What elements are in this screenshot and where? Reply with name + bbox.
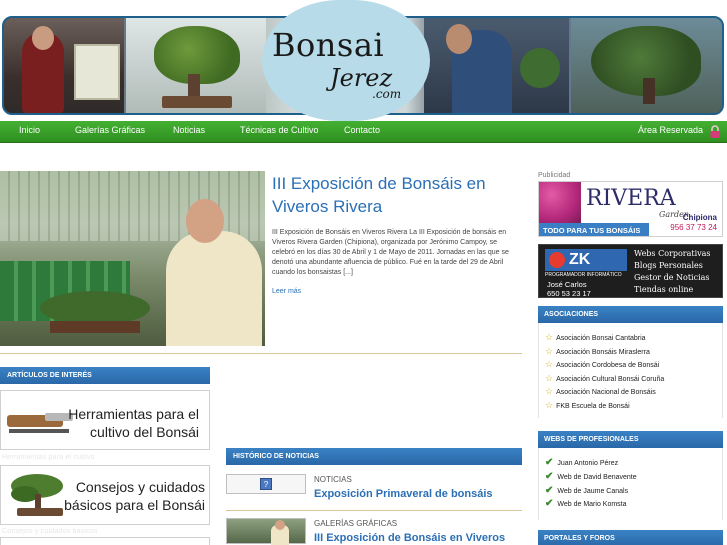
profesional-link[interactable]: ✔ Web de Jaume Canals <box>545 485 628 496</box>
historico-title[interactable]: III Exposición de Bonsáis en Viveros <box>314 532 505 544</box>
lock-icon[interactable] <box>709 125 721 139</box>
nav-tecnicas[interactable]: Técnicas de Cultivo <box>240 125 319 135</box>
zk-phone: 650 53 23 17 <box>547 289 591 298</box>
star-icon: ☆ <box>545 359 554 369</box>
article-card-consejos[interactable]: Consejos y cuidados básicos para el Bons… <box>0 465 210 525</box>
profesional-link[interactable]: ✔ Web de David Benavente <box>545 471 637 482</box>
historico-thumbnail[interactable]: ? <box>226 474 306 494</box>
asociacion-link[interactable]: ☆ Asociación Cordobesa de Bonsái <box>545 359 659 370</box>
historico-title[interactable]: Exposición Primaveral de bonsáis <box>314 488 493 500</box>
banner-photo-pruning <box>424 18 569 113</box>
ad-zk-programmer[interactable]: ZK PROGRAMADOR INFORMÁTICO José Carlos 6… <box>538 244 723 298</box>
zk-service: Tiendas online <box>634 285 694 294</box>
checkmark-icon: ✔ <box>545 485 554 496</box>
ad-tagline: TODO PARA TUS BONSÁIS <box>539 223 649 236</box>
asociacion-link[interactable]: ☆ Asociación Cultural Bonsái Coruña <box>545 373 664 384</box>
article-title-line2: cultivo del Bonsái <box>90 424 199 440</box>
nav-noticias[interactable]: Noticias <box>173 125 205 135</box>
image-placeholder-icon: ? <box>260 478 272 490</box>
star-icon: ☆ <box>545 332 554 342</box>
link-label: Asociación Nacional de Bonsáis <box>556 389 656 396</box>
asociaciones-header: ASOCIACIONES <box>538 306 723 323</box>
link-label: Web de Mario Komsta <box>557 501 627 508</box>
logo-text-com[interactable]: .com <box>372 87 401 101</box>
ad-city: Chipiona <box>682 213 717 222</box>
banner-photo-bonsai-large <box>571 18 722 113</box>
logo-text-bonsai[interactable]: Bonsai <box>272 26 384 64</box>
star-icon: ☆ <box>545 386 554 396</box>
article-subtitle: Consejos y cuidados básicos <box>2 528 98 535</box>
checkmark-icon: ✔ <box>545 498 554 509</box>
site-header: Bonsai Jerez .com <box>0 0 727 121</box>
svg-text:?: ? <box>264 480 269 489</box>
asociacion-link[interactable]: ☆ Asociación Nacional de Bonsáis <box>545 386 656 397</box>
asociacion-link[interactable]: ☆ Asociación Bonsai Cantabria <box>545 332 646 343</box>
divider <box>226 510 522 511</box>
flowers-image <box>539 182 581 224</box>
zk-logo: ZK <box>545 249 627 271</box>
article-title-line1: Herramientas para el <box>68 406 199 422</box>
zk-service: Blogs Personales <box>634 261 703 270</box>
checkmark-icon: ✔ <box>545 457 554 468</box>
star-icon: ☆ <box>545 373 554 383</box>
link-label: Asociación Bonsai Cantabria <box>556 335 646 342</box>
asociacion-link[interactable]: ☆ Asociación Bonsáis Miraslerra <box>545 346 650 357</box>
link-label: Web de David Benavente <box>557 474 637 481</box>
featured-excerpt: III Exposición de Bonsáis en Viveros Riv… <box>272 229 509 276</box>
ad-rivera-garden[interactable]: RIVERA Garden Chipiona 956 37 73 24 TODO… <box>538 181 723 237</box>
banner-photo-bonsai-tree <box>126 18 266 113</box>
zk-name: José Carlos <box>547 280 587 289</box>
nav-contacto[interactable]: Contacto <box>344 125 380 135</box>
featured-read-more[interactable]: Leer más <box>272 288 301 295</box>
asociacion-link[interactable]: ☆ FKB Escuela de Bonsái <box>545 400 630 411</box>
link-label: Web de Jaume Canals <box>557 488 629 495</box>
link-label: Asociación Cordobesa de Bonsái <box>556 362 660 369</box>
featured-image[interactable] <box>0 171 265 346</box>
checkmark-icon: ✔ <box>545 471 554 482</box>
link-label: Asociación Cultural Bonsái Coruña <box>556 376 665 383</box>
profesional-link[interactable]: ✔ Juan Antonio Pérez <box>545 457 618 468</box>
featured-title[interactable]: III Exposición de Bonsáis en Viveros Riv… <box>272 172 527 218</box>
nav-galerias[interactable]: Galerías Gráficas <box>75 125 145 135</box>
main-nav: Inicio Galerías Gráficas Noticias Técnic… <box>0 121 727 143</box>
ad-brand: RIVERA <box>586 186 676 211</box>
historico-header: HISTÓRICO DE NOTICIAS <box>226 448 522 465</box>
portales-header: PORTALES Y FOROS <box>538 530 723 545</box>
article-subtitle: Herramientas para el cultivo <box>2 454 95 461</box>
article-title-line2: básicos para el Bonsái <box>64 497 205 513</box>
historico-category: NOTICIAS <box>314 475 352 484</box>
ad-phone: 956 37 73 24 <box>670 223 717 232</box>
article-card-partial[interactable] <box>0 537 210 545</box>
banner-photo-presenter <box>4 18 124 113</box>
nav-area-reservada[interactable]: Área Reservada <box>638 125 703 135</box>
zk-service: Webs Corporativas <box>634 249 711 258</box>
article-card-herramientas[interactable]: Herramientas para el cultivo del Bonsái <box>0 390 210 450</box>
zk-role: PROGRAMADOR INFORMÁTICO <box>545 272 622 278</box>
article-title-line1: Consejos y cuidados <box>75 479 205 495</box>
tools-icon <box>7 413 73 433</box>
star-icon: ☆ <box>545 346 554 356</box>
link-label: Juan Antonio Pérez <box>557 460 619 467</box>
profesional-link[interactable]: ✔ Web de Mario Komsta <box>545 498 627 509</box>
link-label: FKB Escuela de Bonsái <box>556 403 630 410</box>
profesionales-header: WEBS DE PROFESIONALES <box>538 431 723 448</box>
zk-service: Gestor de Noticias <box>634 273 710 282</box>
divider <box>0 353 522 354</box>
link-label: Asociación Bonsáis Miraslerra <box>556 349 650 356</box>
star-icon: ☆ <box>545 400 554 410</box>
historico-thumbnail[interactable] <box>226 518 306 545</box>
articles-header: ARTÍCULOS DE INTERÉS <box>0 367 210 384</box>
advertising-label: Publicidad <box>538 172 571 179</box>
historico-category: GALERÍAS GRÁFICAS <box>314 519 398 528</box>
nav-inicio[interactable]: Inicio <box>19 125 40 135</box>
